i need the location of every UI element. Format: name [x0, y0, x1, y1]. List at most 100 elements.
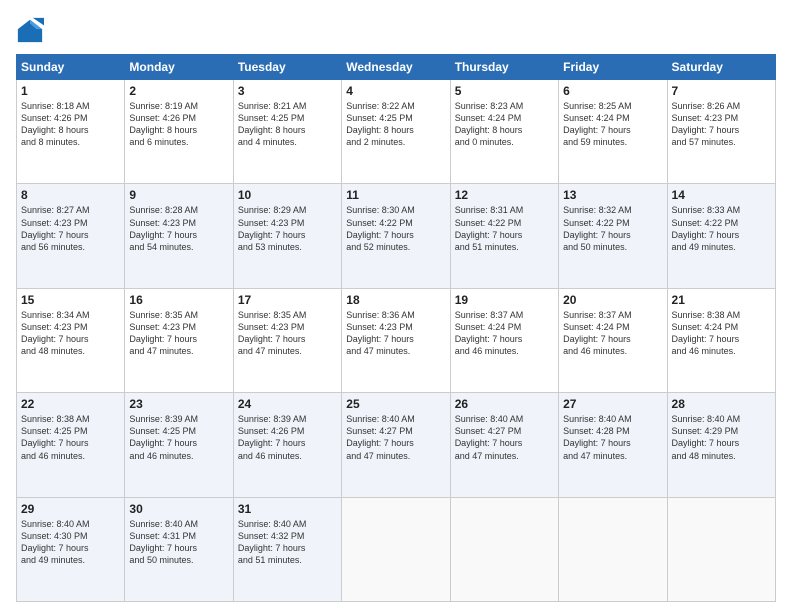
day-number: 31 [238, 502, 337, 516]
calendar-cell: 4Sunrise: 8:22 AMSunset: 4:25 PMDaylight… [342, 80, 450, 184]
cell-info: Sunrise: 8:26 AMSunset: 4:23 PMDaylight:… [672, 100, 771, 149]
cell-info: Sunrise: 8:40 AMSunset: 4:32 PMDaylight:… [238, 518, 337, 567]
day-number: 18 [346, 293, 445, 307]
cell-info: Sunrise: 8:39 AMSunset: 4:25 PMDaylight:… [129, 413, 228, 462]
calendar-cell: 15Sunrise: 8:34 AMSunset: 4:23 PMDayligh… [17, 288, 125, 392]
calendar-header-row: SundayMondayTuesdayWednesdayThursdayFrid… [17, 55, 776, 80]
day-number: 22 [21, 397, 120, 411]
page: SundayMondayTuesdayWednesdayThursdayFrid… [0, 0, 792, 612]
day-number: 24 [238, 397, 337, 411]
calendar-cell [450, 497, 558, 601]
calendar-cell: 17 Sunrise: 8:35 AMSunset: 4:23 PMDayligh… [233, 288, 341, 392]
day-number: 11 [346, 188, 445, 202]
calendar-cell: 19Sunrise: 8:37 AMSunset: 4:24 PMDayligh… [450, 288, 558, 392]
calendar-week-row: 22 Sunrise: 8:38 AMSunset: 4:25 PMDayligh… [17, 393, 776, 497]
calendar-week-row: 29Sunrise: 8:40 AMSunset: 4:30 PMDayligh… [17, 497, 776, 601]
day-number: 1 [21, 84, 120, 98]
cell-info: Sunrise: 8:37 AMSunset: 4:24 PMDaylight:… [563, 309, 662, 358]
calendar-cell: 25Sunrise: 8:40 AMSunset: 4:27 PMDayligh… [342, 393, 450, 497]
calendar-header-tuesday: Tuesday [233, 55, 341, 80]
calendar-header-saturday: Saturday [667, 55, 775, 80]
calendar-cell: 11 Sunrise: 8:30 AMSunset: 4:22 PMDayligh… [342, 184, 450, 288]
cell-info: Sunrise: 8:36 AMSunset: 4:23 PMDaylight:… [346, 309, 445, 358]
calendar-cell: 3Sunrise: 8:21 AMSunset: 4:25 PMDaylight… [233, 80, 341, 184]
day-number: 9 [129, 188, 228, 202]
day-number: 10 [238, 188, 337, 202]
cell-info: Sunrise: 8:23 AMSunset: 4:24 PMDaylight:… [455, 100, 554, 149]
cell-info: Sunrise: 8:38 AMSunset: 4:25 PMDaylight:… [21, 413, 120, 462]
cell-info: Sunrise: 8:40 AMSunset: 4:27 PMDaylight:… [455, 413, 554, 462]
calendar-week-row: 15Sunrise: 8:34 AMSunset: 4:23 PMDayligh… [17, 288, 776, 392]
cell-info: Sunrise: 8:31 AMSunset: 4:22 PMDaylight:… [455, 204, 554, 253]
cell-info: Sunrise: 8:29 AMSunset: 4:23 PMDaylight:… [238, 204, 337, 253]
calendar-cell: 30 Sunrise: 8:40 AMSunset: 4:31 PMDayligh… [125, 497, 233, 601]
calendar-cell: 18 Sunrise: 8:36 AMSunset: 4:23 PMDayligh… [342, 288, 450, 392]
day-number: 21 [672, 293, 771, 307]
calendar-cell [342, 497, 450, 601]
day-number: 6 [563, 84, 662, 98]
calendar-table: SundayMondayTuesdayWednesdayThursdayFrid… [16, 54, 776, 602]
day-number: 2 [129, 84, 228, 98]
calendar-cell: 26 Sunrise: 8:40 AMSunset: 4:27 PMDayligh… [450, 393, 558, 497]
day-number: 4 [346, 84, 445, 98]
day-number: 16 [129, 293, 228, 307]
calendar-cell [667, 497, 775, 601]
cell-info: Sunrise: 8:30 AMSunset: 4:22 PMDaylight:… [346, 204, 445, 253]
cell-info: Sunrise: 8:35 AMSunset: 4:23 PMDaylight:… [238, 309, 337, 358]
calendar-cell: 7Sunrise: 8:26 AMSunset: 4:23 PMDaylight… [667, 80, 775, 184]
calendar-cell: 6 Sunrise: 8:25 AMSunset: 4:24 PMDaylight… [559, 80, 667, 184]
calendar-cell: 8 Sunrise: 8:27 AMSunset: 4:23 PMDaylight… [17, 184, 125, 288]
calendar-cell: 16 Sunrise: 8:35 AMSunset: 4:23 PMDayligh… [125, 288, 233, 392]
cell-info: Sunrise: 8:39 AMSunset: 4:26 PMDaylight:… [238, 413, 337, 462]
day-number: 15 [21, 293, 120, 307]
cell-info: Sunrise: 8:35 AMSunset: 4:23 PMDaylight:… [129, 309, 228, 358]
cell-info: Sunrise: 8:19 AMSunset: 4:26 PMDaylight:… [129, 100, 228, 149]
calendar-cell: 21 Sunrise: 8:38 AMSunset: 4:24 PMDayligh… [667, 288, 775, 392]
day-number: 30 [129, 502, 228, 516]
calendar-cell: 31 Sunrise: 8:40 AMSunset: 4:32 PMDayligh… [233, 497, 341, 601]
calendar-cell [559, 497, 667, 601]
day-number: 19 [455, 293, 554, 307]
day-number: 14 [672, 188, 771, 202]
calendar-cell: 13Sunrise: 8:32 AMSunset: 4:22 PMDayligh… [559, 184, 667, 288]
calendar-week-row: 1 Sunrise: 8:18 AMSunset: 4:26 PMDaylight… [17, 80, 776, 184]
calendar-header-friday: Friday [559, 55, 667, 80]
cell-info: Sunrise: 8:40 AMSunset: 4:30 PMDaylight:… [21, 518, 120, 567]
calendar-cell: 5 Sunrise: 8:23 AMSunset: 4:24 PMDaylight… [450, 80, 558, 184]
calendar-cell: 12 Sunrise: 8:31 AMSunset: 4:22 PMDayligh… [450, 184, 558, 288]
day-number: 26 [455, 397, 554, 411]
calendar-cell: 23 Sunrise: 8:39 AMSunset: 4:25 PMDayligh… [125, 393, 233, 497]
calendar-cell: 14 Sunrise: 8:33 AMSunset: 4:22 PMDayligh… [667, 184, 775, 288]
day-number: 8 [21, 188, 120, 202]
calendar-header-monday: Monday [125, 55, 233, 80]
day-number: 20 [563, 293, 662, 307]
cell-info: Sunrise: 8:40 AMSunset: 4:31 PMDaylight:… [129, 518, 228, 567]
day-number: 13 [563, 188, 662, 202]
cell-info: Sunrise: 8:18 AMSunset: 4:26 PMDaylight:… [21, 100, 120, 149]
calendar-cell: 2 Sunrise: 8:19 AMSunset: 4:26 PMDaylight… [125, 80, 233, 184]
day-number: 23 [129, 397, 228, 411]
logo-icon [16, 16, 44, 44]
calendar-cell: 22 Sunrise: 8:38 AMSunset: 4:25 PMDayligh… [17, 393, 125, 497]
calendar-cell: 1 Sunrise: 8:18 AMSunset: 4:26 PMDaylight… [17, 80, 125, 184]
cell-info: Sunrise: 8:40 AMSunset: 4:29 PMDaylight:… [672, 413, 771, 462]
calendar-cell: 20 Sunrise: 8:37 AMSunset: 4:24 PMDayligh… [559, 288, 667, 392]
header [16, 16, 776, 44]
day-number: 5 [455, 84, 554, 98]
cell-info: Sunrise: 8:27 AMSunset: 4:23 PMDaylight:… [21, 204, 120, 253]
cell-info: Sunrise: 8:38 AMSunset: 4:24 PMDaylight:… [672, 309, 771, 358]
cell-info: Sunrise: 8:25 AMSunset: 4:24 PMDaylight:… [563, 100, 662, 149]
day-number: 17 [238, 293, 337, 307]
cell-info: Sunrise: 8:40 AMSunset: 4:27 PMDaylight:… [346, 413, 445, 462]
calendar-cell: 27 Sunrise: 8:40 AMSunset: 4:28 PMDayligh… [559, 393, 667, 497]
calendar-cell: 29Sunrise: 8:40 AMSunset: 4:30 PMDayligh… [17, 497, 125, 601]
calendar-header-wednesday: Wednesday [342, 55, 450, 80]
day-number: 12 [455, 188, 554, 202]
cell-info: Sunrise: 8:28 AMSunset: 4:23 PMDaylight:… [129, 204, 228, 253]
calendar-week-row: 8 Sunrise: 8:27 AMSunset: 4:23 PMDaylight… [17, 184, 776, 288]
cell-info: Sunrise: 8:33 AMSunset: 4:22 PMDaylight:… [672, 204, 771, 253]
calendar-cell: 9 Sunrise: 8:28 AMSunset: 4:23 PMDaylight… [125, 184, 233, 288]
day-number: 27 [563, 397, 662, 411]
cell-info: Sunrise: 8:40 AMSunset: 4:28 PMDaylight:… [563, 413, 662, 462]
calendar-header-thursday: Thursday [450, 55, 558, 80]
